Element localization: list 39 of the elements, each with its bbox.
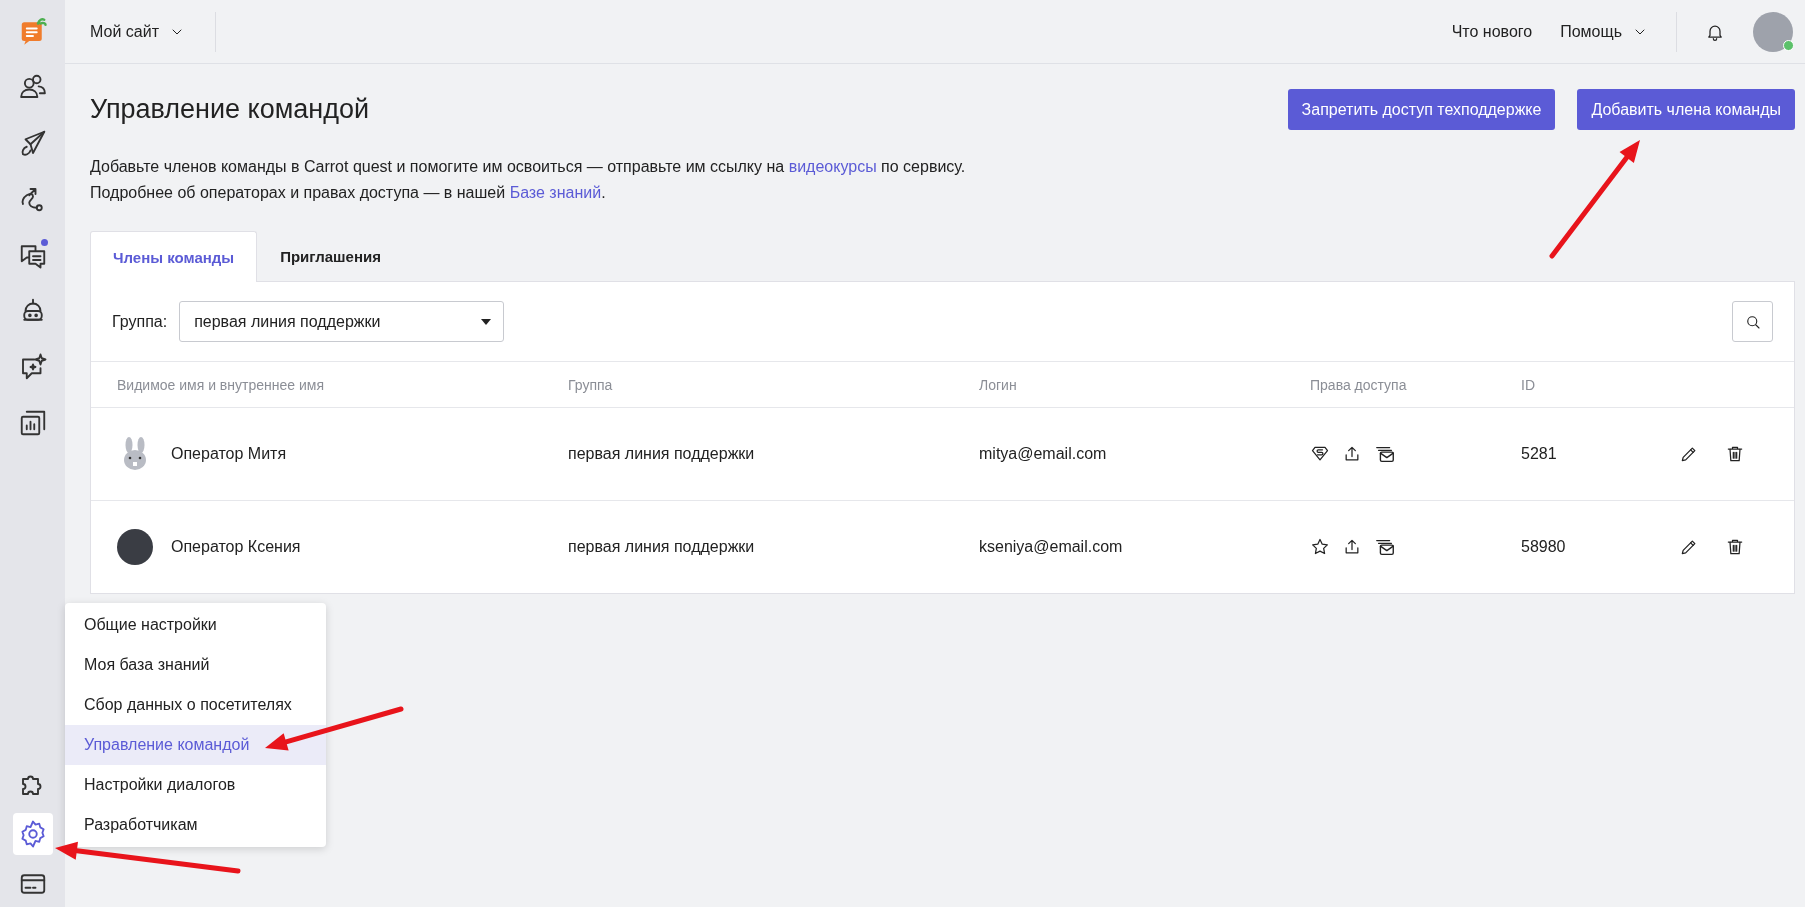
table-cell-text: mitya@email.com [979,445,1108,463]
delete-button[interactable] [1725,537,1745,557]
tab[interactable]: Члены команды [90,231,258,282]
table-cell-text: первая линия поддержки [568,445,756,463]
table-cell-text: первая линия поддержки [568,538,756,556]
column-header: Группа [568,376,614,393]
menu-item[interactable]: Моя база знаний [65,645,326,685]
intro-text: Добавьте членов команды в Carrot quest и помогите им освоиться — отправьте им ссылку на видеокурсы по сервису. [90,157,967,177]
menu-item[interactable]: Настройки диалогов [65,765,326,805]
link[interactable]: видеокурсы [788,158,877,175]
menu-item[interactable]: Сбор данных о посетителях [65,685,326,725]
action-button[interactable]: Добавить члена команды [1577,89,1795,130]
menu-item[interactable]: Общие настройки [65,605,326,645]
menu-item[interactable]: Управление командой [65,725,326,765]
table-cell-text: 5281 [1521,445,1558,463]
trash-icon [1725,444,1745,464]
tab[interactable]: Приглашения [257,230,404,281]
header-link[interactable]: Что нового [1451,22,1533,41]
search-button[interactable] [1732,301,1773,342]
column-header: Права доступа [1310,376,1408,393]
column-header: Логин [979,376,1018,393]
column-header: Видимое имя и внутреннее имя [117,376,325,393]
intro-text: Подробнее об операторах и правах доступа — в нашей Базе знаний. [90,183,607,203]
operator-name: Оператор Митя [171,445,287,463]
filter-label: Группа: [112,312,168,331]
table-cell-text: kseniya@email.com [979,538,1124,556]
delete-button[interactable] [1725,444,1745,464]
sidebar-button[interactable] [12,813,53,855]
action-button[interactable]: Запретить доступ техподдержке [1287,89,1556,130]
operator-name: Оператор Ксения [171,538,301,556]
table-cell-text: 58980 [1521,538,1567,556]
link[interactable]: Базе знаний [509,184,602,201]
page-title: Управление командой [90,94,371,125]
trash-icon [1725,537,1745,557]
group-dropdown[interactable]: первая линия поддержки [179,301,505,342]
menu-item[interactable]: Разработчикам [65,805,326,845]
site-selector[interactable]: Мой сайт [90,11,216,52]
column-header: ID [1521,376,1536,393]
header-link[interactable]: Помощь [1560,22,1648,41]
